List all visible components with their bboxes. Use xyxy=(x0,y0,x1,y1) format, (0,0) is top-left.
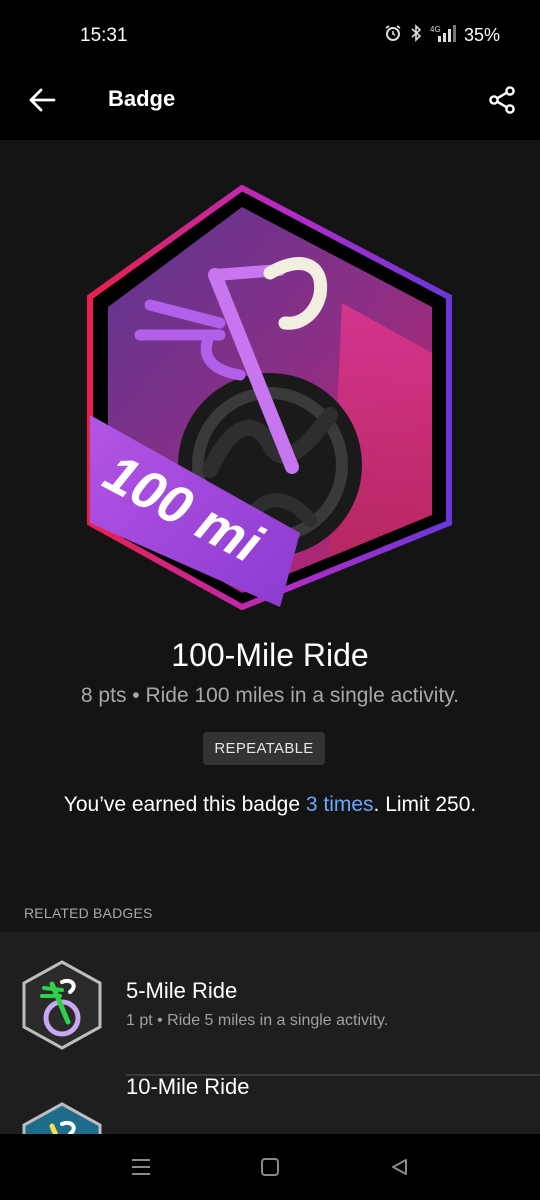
home-button[interactable] xyxy=(255,1152,285,1182)
page-title: Badge xyxy=(108,86,176,111)
badge-detail: 100 mi 100-Mile Ride 8 pts • Ride 100 mi… xyxy=(0,140,540,1135)
alarm-icon xyxy=(384,24,402,46)
related-badges-header: RELATED BADGES xyxy=(24,905,153,921)
recents-button[interactable] xyxy=(126,1152,156,1182)
repeatable-chip: REPEATABLE xyxy=(203,732,325,765)
share-icon xyxy=(489,86,515,114)
share-button[interactable] xyxy=(484,82,520,118)
system-back-button[interactable] xyxy=(384,1152,414,1182)
related-badge-name: 5-Mile Ride xyxy=(126,978,238,1003)
list-item[interactable]: 10-Mile Ride xyxy=(0,1074,540,1135)
earned-summary: You’ve earned this badge 3 times. Limit … xyxy=(40,788,500,822)
battery-level: 35% xyxy=(463,24,500,45)
badge-artwork: 100 mi xyxy=(87,185,452,610)
back-button[interactable] xyxy=(26,84,58,116)
earned-count-link[interactable]: 3 times xyxy=(306,793,374,816)
system-navigation-bar xyxy=(0,1134,540,1200)
menu-icon xyxy=(132,1159,150,1175)
related-badge-name: 10-Mile Ride xyxy=(126,1074,250,1099)
bike-badge-icon xyxy=(22,960,102,1050)
app-bar: Badge xyxy=(0,70,540,140)
status-icons: 4G 35% xyxy=(384,24,500,46)
earned-prefix: You’ve earned this badge xyxy=(63,793,306,816)
status-time: 15:31 xyxy=(80,25,128,46)
status-bar: 15:31 4G 35% xyxy=(0,0,540,70)
back-triangle-icon xyxy=(392,1159,407,1175)
home-square-icon xyxy=(261,1158,279,1176)
signal-icon: 4G xyxy=(430,24,456,46)
back-arrow-icon xyxy=(29,88,56,112)
related-badges-list: 5-Mile Ride 1 pt • Ride 5 miles in a sin… xyxy=(0,932,540,1135)
bike-badge-icon xyxy=(22,1102,102,1135)
list-item[interactable]: 5-Mile Ride 1 pt • Ride 5 miles in a sin… xyxy=(0,932,540,1077)
badge-name: 100-Mile Ride xyxy=(171,637,369,673)
bluetooth-icon xyxy=(410,24,422,46)
related-badge-description: 1 pt • Ride 5 miles in a single activity… xyxy=(126,1012,389,1029)
badge-description: 8 pts • Ride 100 miles in a single activ… xyxy=(80,684,460,707)
network-label: 4G xyxy=(430,25,441,34)
earned-suffix: . Limit 250. xyxy=(373,793,477,816)
